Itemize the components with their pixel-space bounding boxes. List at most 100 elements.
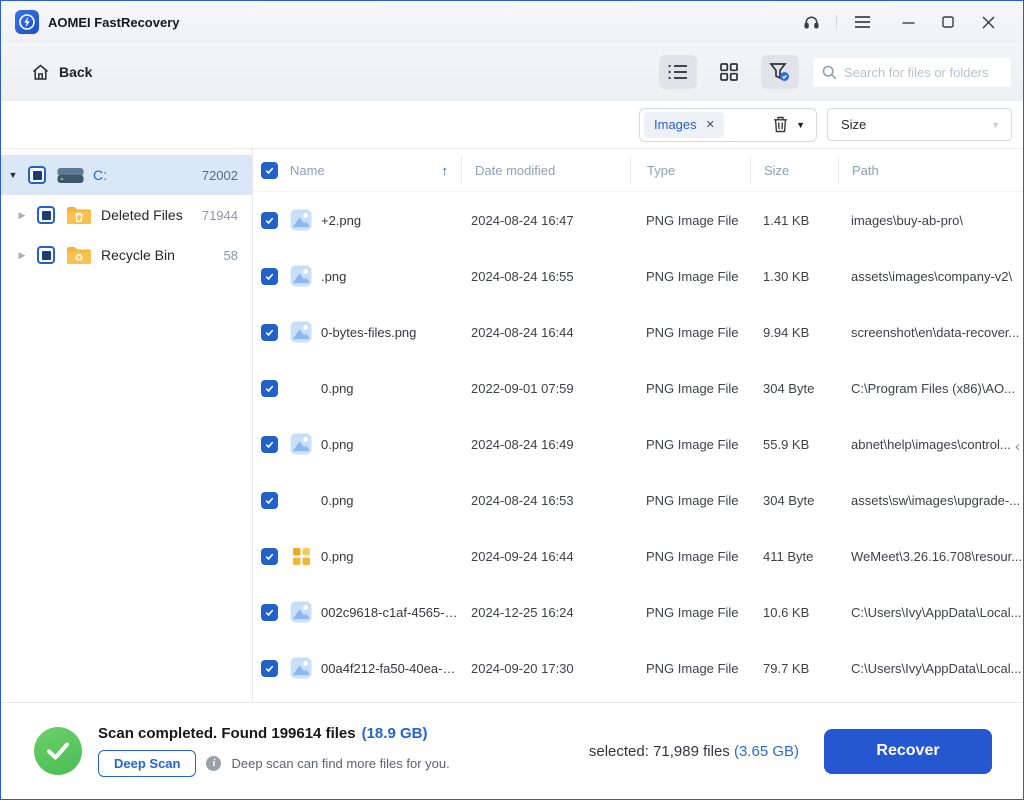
filter-caret-icon[interactable]: ▼ xyxy=(796,120,805,130)
tree-item-recycle-bin[interactable]: ▶ ♻ Recycle Bin 58 xyxy=(1,235,252,275)
file-path: screenshot\en\data-recover... xyxy=(851,324,1020,340)
back-button[interactable]: Back xyxy=(31,63,92,82)
table-row[interactable]: +2.png 2024-08-24 16:47 PNG Image File 1… xyxy=(253,192,1023,248)
info-icon: i xyxy=(206,756,222,771)
deep-scan-hint: Deep scan can find more files for you. xyxy=(231,756,450,771)
column-header-path[interactable]: Path xyxy=(838,156,1023,184)
file-date: 2024-12-25 16:24 xyxy=(471,604,574,620)
file-type: PNG Image File xyxy=(646,492,739,508)
row-checkbox[interactable] xyxy=(261,491,278,509)
grid-view-button[interactable] xyxy=(710,55,748,89)
tree-item-count: 72002 xyxy=(201,167,238,183)
size-dropdown[interactable]: Size ▼ xyxy=(827,108,1012,141)
table-row[interactable]: 0-bytes-files.png 2024-08-24 16:44 PNG I… xyxy=(253,304,1023,360)
image-file-icon xyxy=(290,265,312,287)
chip-close-icon[interactable]: ✕ xyxy=(706,118,715,131)
file-name: 0.png xyxy=(321,380,354,396)
tree-collapse-icon[interactable]: ▶ xyxy=(16,210,28,221)
table-row[interactable]: 0.png 2024-09-24 16:44 PNG Image File 41… xyxy=(253,528,1023,584)
row-checkbox[interactable] xyxy=(261,435,278,453)
table-row[interactable]: 002c9618-c1af-4565-86ca... 2024-12-25 16… xyxy=(253,584,1023,640)
table-header: Name ↑ Date modified Type Size Path xyxy=(253,149,1023,192)
tree-checkbox[interactable] xyxy=(28,166,46,184)
file-path: WeMeet\3.26.16.708\resour... xyxy=(851,548,1023,564)
file-type: PNG Image File xyxy=(646,548,739,564)
scan-status-text: Scan completed. Found 199614 files xyxy=(98,725,356,742)
column-header-name[interactable]: Name xyxy=(290,163,325,178)
table-row[interactable]: .png 2024-08-24 16:55 PNG Image File 1.3… xyxy=(253,248,1023,304)
file-size: 1.41 KB xyxy=(763,212,810,228)
filter-button[interactable] xyxy=(761,55,799,89)
file-size: 9.94 KB xyxy=(763,324,810,340)
file-date: 2024-08-24 16:44 xyxy=(471,324,574,340)
file-type: PNG Image File xyxy=(646,212,739,228)
menu-icon[interactable] xyxy=(845,7,879,37)
selected-count-text: selected: 71,989 files xyxy=(588,742,730,760)
file-size: 304 Byte xyxy=(763,492,815,508)
tree-checkbox[interactable] xyxy=(37,246,55,264)
file-type: PNG Image File xyxy=(646,324,739,340)
row-checkbox[interactable] xyxy=(261,267,278,285)
file-path: C:\Users\Ivy\AppData\Local... xyxy=(851,604,1022,620)
row-checkbox[interactable] xyxy=(261,323,278,341)
select-all-checkbox[interactable] xyxy=(261,161,278,179)
column-header-date[interactable]: Date modified xyxy=(461,156,630,184)
file-date: 2024-08-24 16:47 xyxy=(471,212,574,228)
table-row[interactable]: 00a4f212-fa50-40ea-91d8... 2024-09-20 17… xyxy=(253,640,1023,696)
file-path: images\buy-ab-pro\ xyxy=(851,212,963,228)
file-icon-blank xyxy=(290,489,312,511)
support-headset-icon[interactable] xyxy=(794,7,828,37)
file-icon-blank xyxy=(290,377,312,399)
tree-item-deleted-files[interactable]: ▶ Deleted Files 71944 xyxy=(1,195,252,235)
maximize-button[interactable] xyxy=(931,7,965,37)
image-file-icon xyxy=(290,321,312,343)
search-box xyxy=(812,56,1020,88)
row-checkbox[interactable] xyxy=(261,659,278,677)
file-name: .png xyxy=(321,268,347,284)
tree-collapse-icon[interactable]: ▶ xyxy=(16,250,28,261)
list-view-button[interactable] xyxy=(659,55,697,89)
row-checkbox[interactable] xyxy=(261,379,278,397)
file-name: +2.png xyxy=(321,212,362,228)
preview-panel-toggle-icon[interactable]: ‹ xyxy=(1015,439,1020,454)
column-header-size[interactable]: Size xyxy=(750,156,838,184)
search-icon xyxy=(822,65,837,80)
drive-icon xyxy=(57,167,84,184)
file-type: PNG Image File xyxy=(646,660,739,676)
filter-chip-images[interactable]: Images ✕ xyxy=(644,111,724,138)
minimize-button[interactable] xyxy=(891,7,925,37)
file-type: PNG Image File xyxy=(646,604,739,620)
size-caret-icon: ▼ xyxy=(991,119,1000,130)
trash-icon[interactable] xyxy=(773,116,788,133)
table-row[interactable]: 0.png 2024-08-24 16:49 PNG Image File 55… xyxy=(253,416,1023,472)
image-file-icon xyxy=(290,657,312,679)
column-header-type[interactable]: Type xyxy=(630,156,750,184)
file-name: 0-bytes-files.png xyxy=(321,324,417,340)
row-checkbox[interactable] xyxy=(261,211,278,229)
file-name: 002c9618-c1af-4565-86ca... xyxy=(321,604,461,620)
table-row[interactable]: 0.png 2024-08-24 16:53 PNG Image File 30… xyxy=(253,472,1023,528)
file-date: 2024-09-24 16:44 xyxy=(471,548,574,564)
folder-trash-icon xyxy=(66,205,92,225)
filter-bar: Images ✕ ▼ Size ▼ xyxy=(1,101,1023,149)
tree-expand-icon[interactable]: ▼ xyxy=(7,170,19,180)
squares-file-icon xyxy=(290,545,312,567)
tree-item-drive-c[interactable]: ▼ C: 72002 xyxy=(1,155,252,195)
file-path: assets\images\company-v2\ xyxy=(851,268,1013,284)
recover-button[interactable]: Recover xyxy=(824,728,992,774)
tree-checkbox[interactable] xyxy=(37,206,55,224)
file-name: 0.png xyxy=(321,436,354,452)
deep-scan-button[interactable]: Deep Scan xyxy=(98,750,197,777)
row-checkbox[interactable] xyxy=(261,547,278,565)
image-file-icon xyxy=(290,209,312,231)
file-type: PNG Image File xyxy=(646,380,739,396)
tree-item-count: 71944 xyxy=(201,207,238,223)
close-button[interactable] xyxy=(971,7,1005,37)
row-checkbox[interactable] xyxy=(261,603,278,621)
search-input[interactable] xyxy=(844,64,1020,80)
table-row[interactable]: 0.png 2022-09-01 07:59 PNG Image File 30… xyxy=(253,360,1023,416)
sort-ascending-icon[interactable]: ↑ xyxy=(442,163,449,178)
file-date: 2022-09-01 07:59 xyxy=(471,380,574,396)
image-file-icon xyxy=(290,433,312,455)
svg-text:♻: ♻ xyxy=(75,253,84,264)
